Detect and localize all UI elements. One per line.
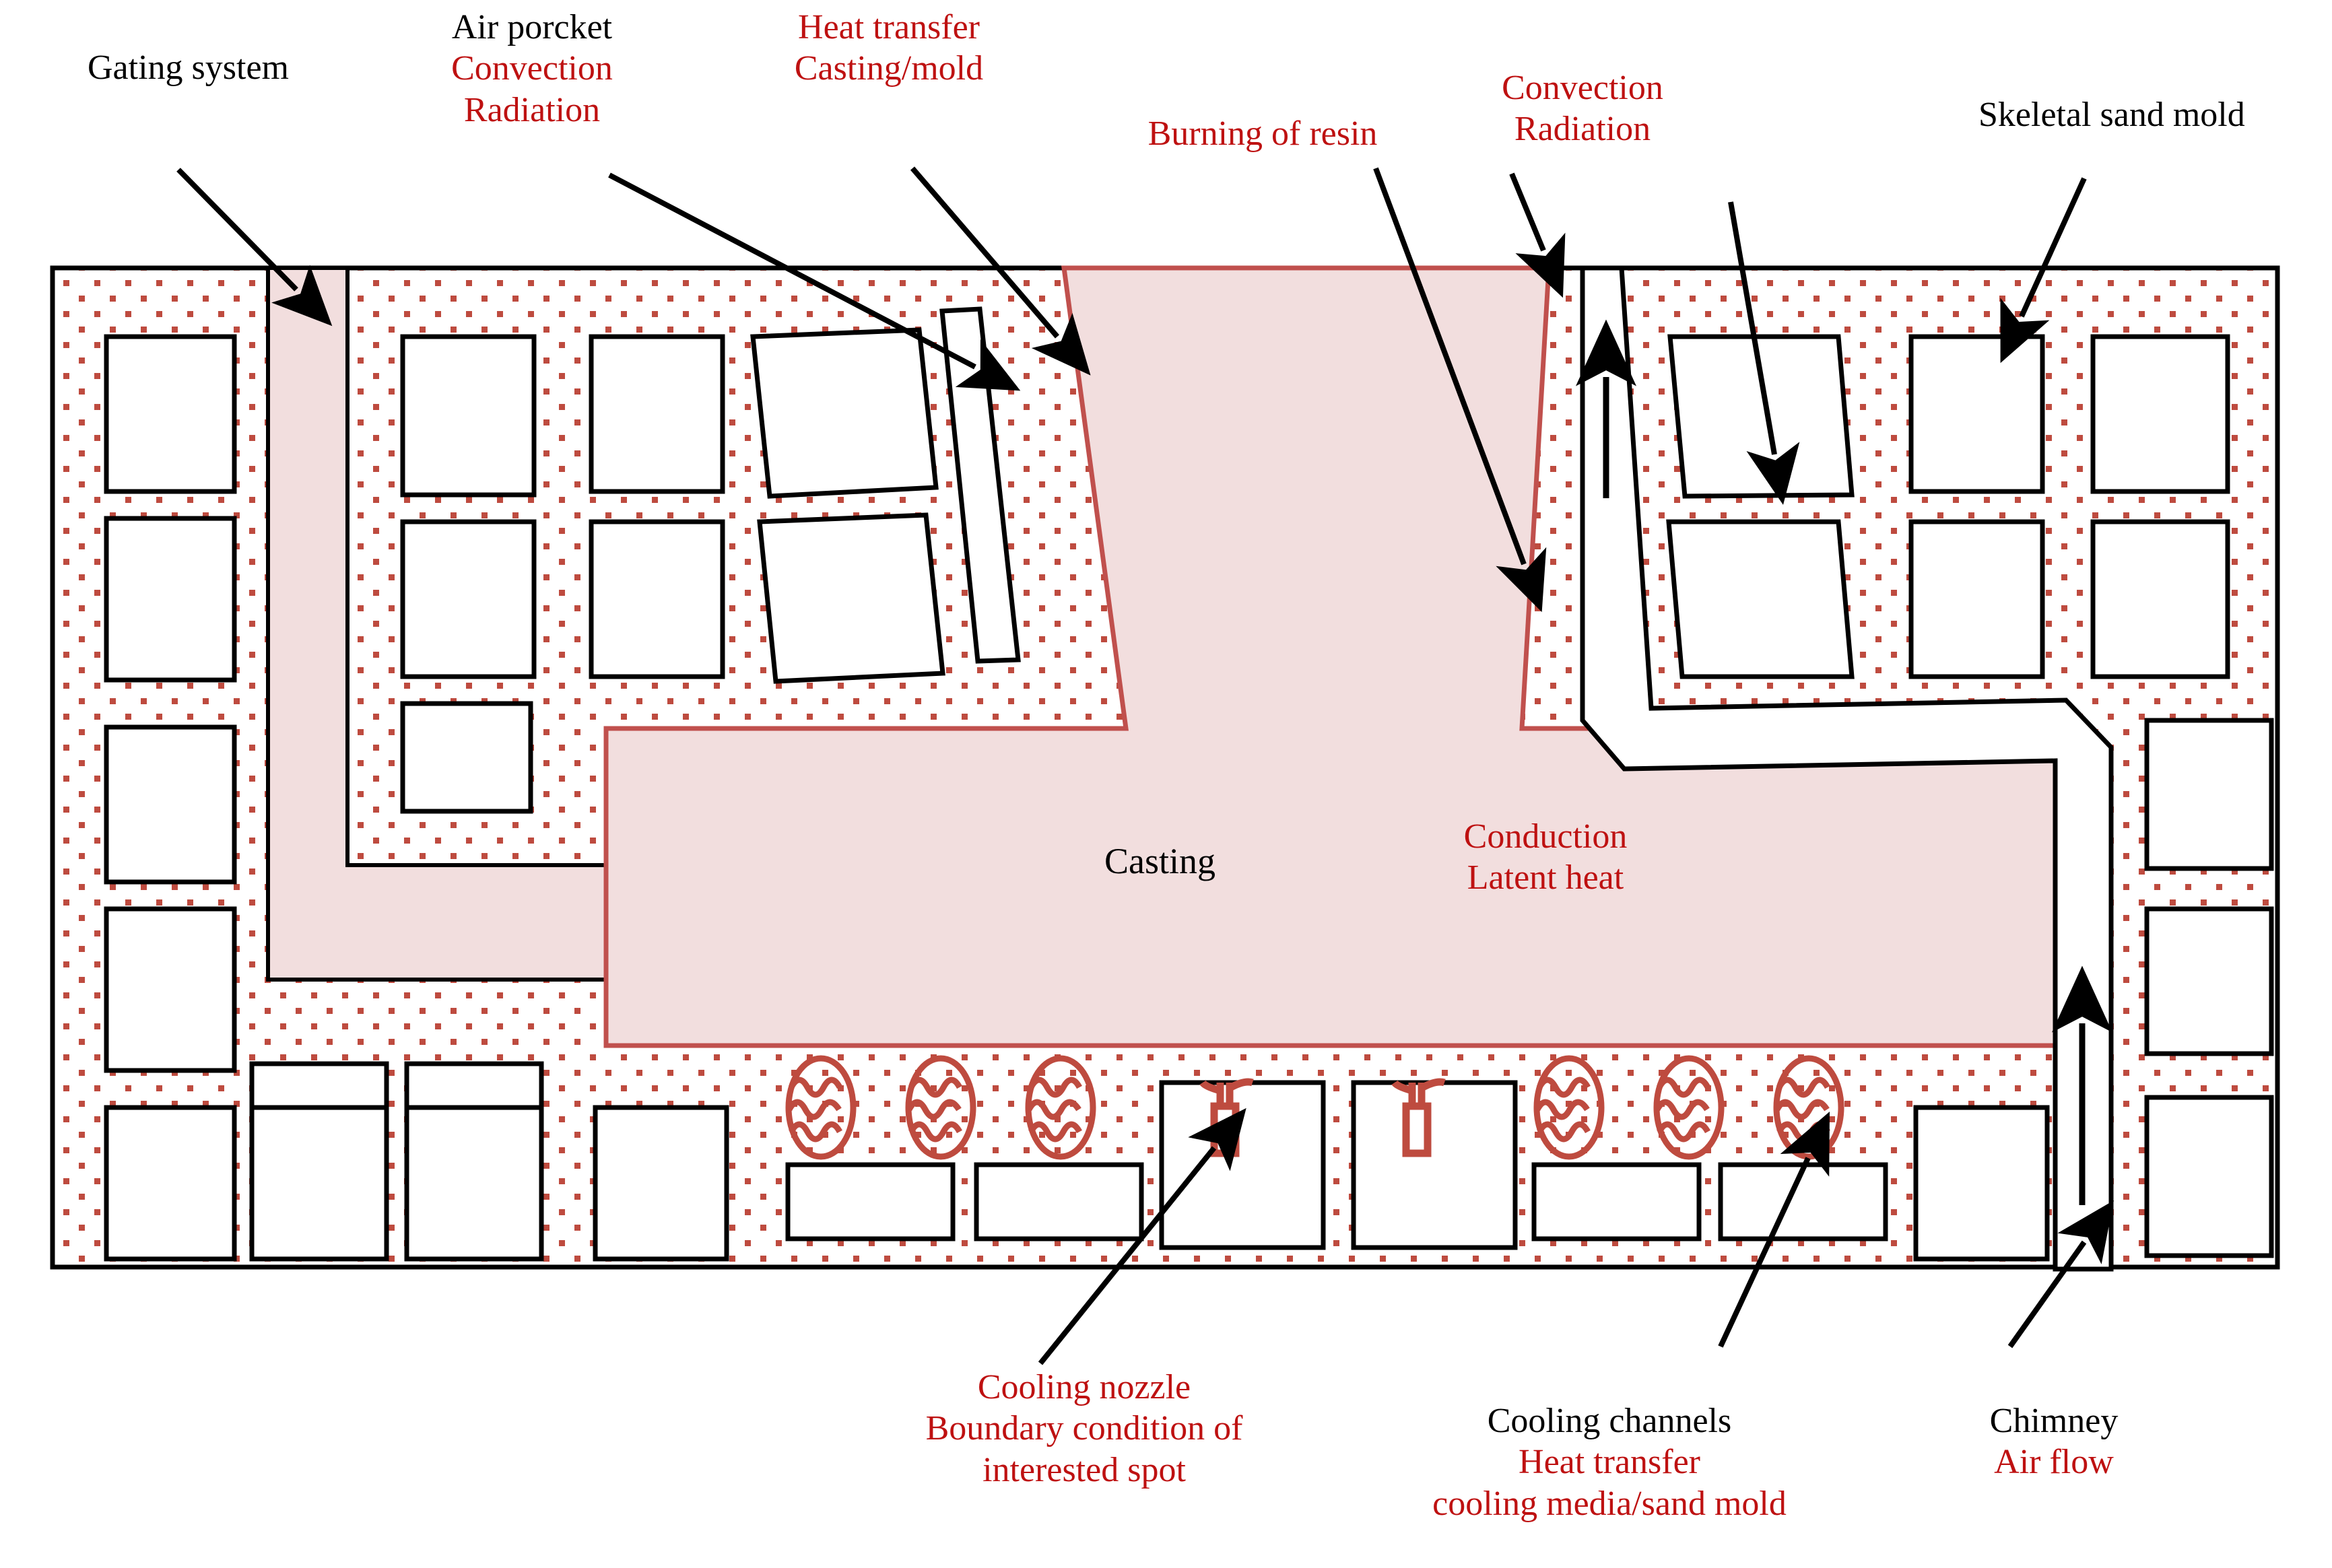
cooling-channel-rect: [1351, 1080, 1518, 1250]
cooling-channel-rect: [785, 1162, 956, 1241]
mold-cavity: [104, 516, 237, 683]
mold-cavity: [1908, 334, 2045, 494]
label-conduction-latent-heat: Conduction Latent heat: [1463, 817, 1628, 897]
cooling-channel-rect: [974, 1162, 1144, 1241]
label-skeletal-sand-mold: Skeletal sand mold: [1978, 96, 2245, 134]
label-chimney: Chimney Air flow: [1989, 1402, 2119, 1482]
mold-cavity: [1908, 519, 2045, 679]
label-air-pocket: Air porcket Convection Radiation: [451, 8, 613, 129]
label-heat-transfer-casting-mold: Heat transfer Casting/mold: [794, 8, 984, 88]
mold-cavity: [757, 512, 945, 684]
mold-cavity: [400, 701, 533, 814]
mold-cavity: [2090, 519, 2230, 679]
label-gating-system: Gating system: [88, 48, 289, 87]
label-cooling-nozzle: Cooling nozzle Boundary condition of int…: [925, 1368, 1243, 1489]
mold-cavity: [400, 519, 537, 679]
mold-cavity: [589, 519, 725, 679]
mold-cavity: [750, 327, 939, 499]
diagram-canvas: Gating system Air porcket Convection Rad…: [0, 0, 2332, 1568]
mold-cavity: [404, 1105, 544, 1262]
mold-diagram-svg: [50, 166, 2280, 1365]
leader-convection-radiation-down: [1509, 172, 1566, 298]
mold-cavity: [593, 1105, 729, 1262]
label-casting: Casting: [1104, 841, 1216, 881]
cooling-channel-rect: [1718, 1162, 1888, 1241]
label-burning-of-resin: Burning of resin: [1147, 114, 1378, 153]
cooling-channel-rect: [1531, 1162, 1702, 1241]
mold-cavity: [104, 334, 237, 494]
mold-cavity: [2144, 718, 2274, 871]
mold-cavity: [2090, 334, 2230, 494]
mold-cavity: [249, 1105, 389, 1262]
mold-cavity: [589, 334, 725, 494]
mold-cavity: [1913, 1105, 2050, 1262]
mold-cavity: [104, 1105, 237, 1262]
label-convection-radiation-right: Convection Radiation: [1502, 69, 1663, 149]
mold-cavity: [1667, 334, 1855, 499]
mold-cavity: [104, 906, 237, 1073]
mold-cavity: [1666, 519, 1855, 679]
mold-cavity: [400, 334, 537, 498]
mold-cavity: [104, 724, 237, 885]
label-cooling-channels: Cooling channels Heat transfer cooling m…: [1432, 1402, 1787, 1523]
mold-cavity: [2144, 906, 2274, 1056]
cooling-channel-rect: [1159, 1080, 1326, 1250]
mold-cavity: [2144, 1095, 2274, 1258]
